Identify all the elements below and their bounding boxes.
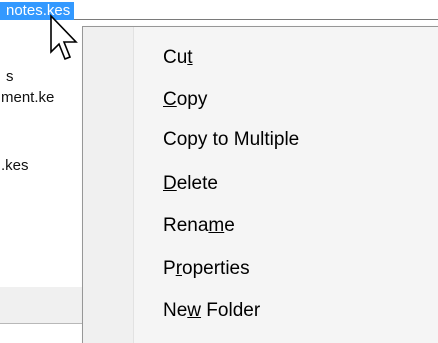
file-item[interactable]: s — [6, 68, 14, 86]
menu-item-label: Rena — [163, 215, 209, 236]
menu-item-new-folder[interactable]: New Folder — [163, 299, 260, 323]
menu-item-copy-to-multiple[interactable]: Copy to Multiple — [163, 128, 299, 152]
menu-item-label: elete — [176, 173, 218, 194]
menu-item-label: P — [163, 258, 176, 279]
menu-icon-gutter — [83, 27, 134, 343]
menu-item-label: Ne — [163, 300, 188, 321]
menu-item-delete[interactable]: Delete — [163, 172, 218, 196]
explorer-window: notes.kes s ment.ke .kes Cut Copy Copy t… — [0, 0, 438, 343]
menu-item-rename[interactable]: Rename — [163, 214, 235, 238]
context-menu: Cut Copy Copy to Multiple Delete Rename … — [82, 26, 438, 343]
menu-item-accelerator: C — [163, 89, 177, 110]
status-area — [0, 287, 90, 323]
menu-item-properties[interactable]: Properties — [163, 257, 250, 281]
menu-item-label: Copy to Multiple — [163, 129, 300, 150]
menu-item-label: Folder — [201, 300, 261, 321]
menu-item-accelerator: t — [187, 47, 193, 68]
menu-item-accelerator: m — [208, 215, 225, 236]
menu-item-cut[interactable]: Cut — [163, 46, 193, 70]
bottom-panel — [0, 323, 91, 343]
menu-item-label: opy — [176, 89, 208, 110]
menu-item-label: operties — [182, 258, 250, 279]
arrow-pointer-icon — [50, 14, 78, 61]
menu-item-label: Cu — [163, 47, 188, 68]
file-item[interactable]: ment.ke — [1, 89, 54, 107]
menu-item-label: e — [224, 215, 235, 236]
menu-item-accelerator: D — [163, 173, 177, 194]
menu-item-copy[interactable]: Copy — [163, 88, 207, 112]
menu-item-accelerator: w — [187, 300, 202, 321]
file-item[interactable]: .kes — [1, 157, 29, 175]
